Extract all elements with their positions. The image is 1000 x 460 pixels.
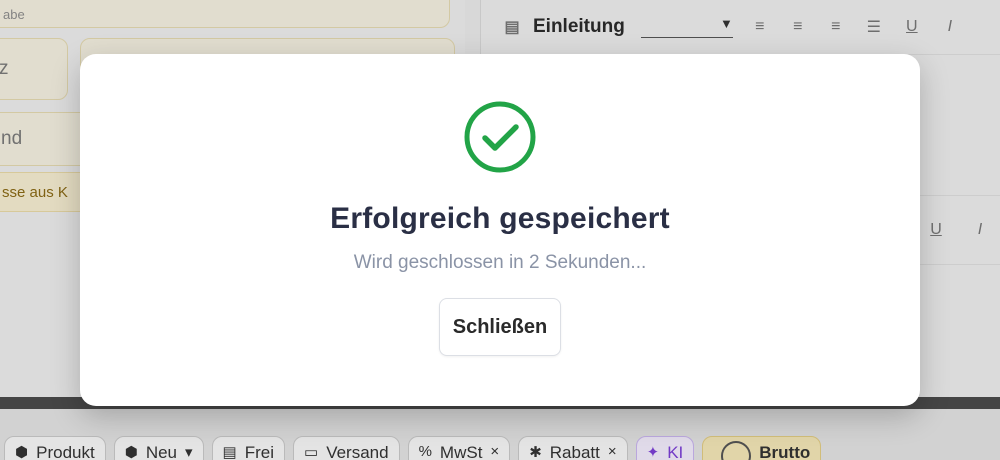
- dialog-title: Erfolgreich gespeichert: [330, 202, 670, 235]
- check-circle-icon: [464, 101, 536, 173]
- success-dialog: Erfolgreich gespeichert Wird geschlossen…: [80, 54, 920, 406]
- dialog-subtitle: Wird geschlossen in 2 Sekunden...: [353, 252, 647, 273]
- close-button[interactable]: Schließen: [438, 298, 562, 356]
